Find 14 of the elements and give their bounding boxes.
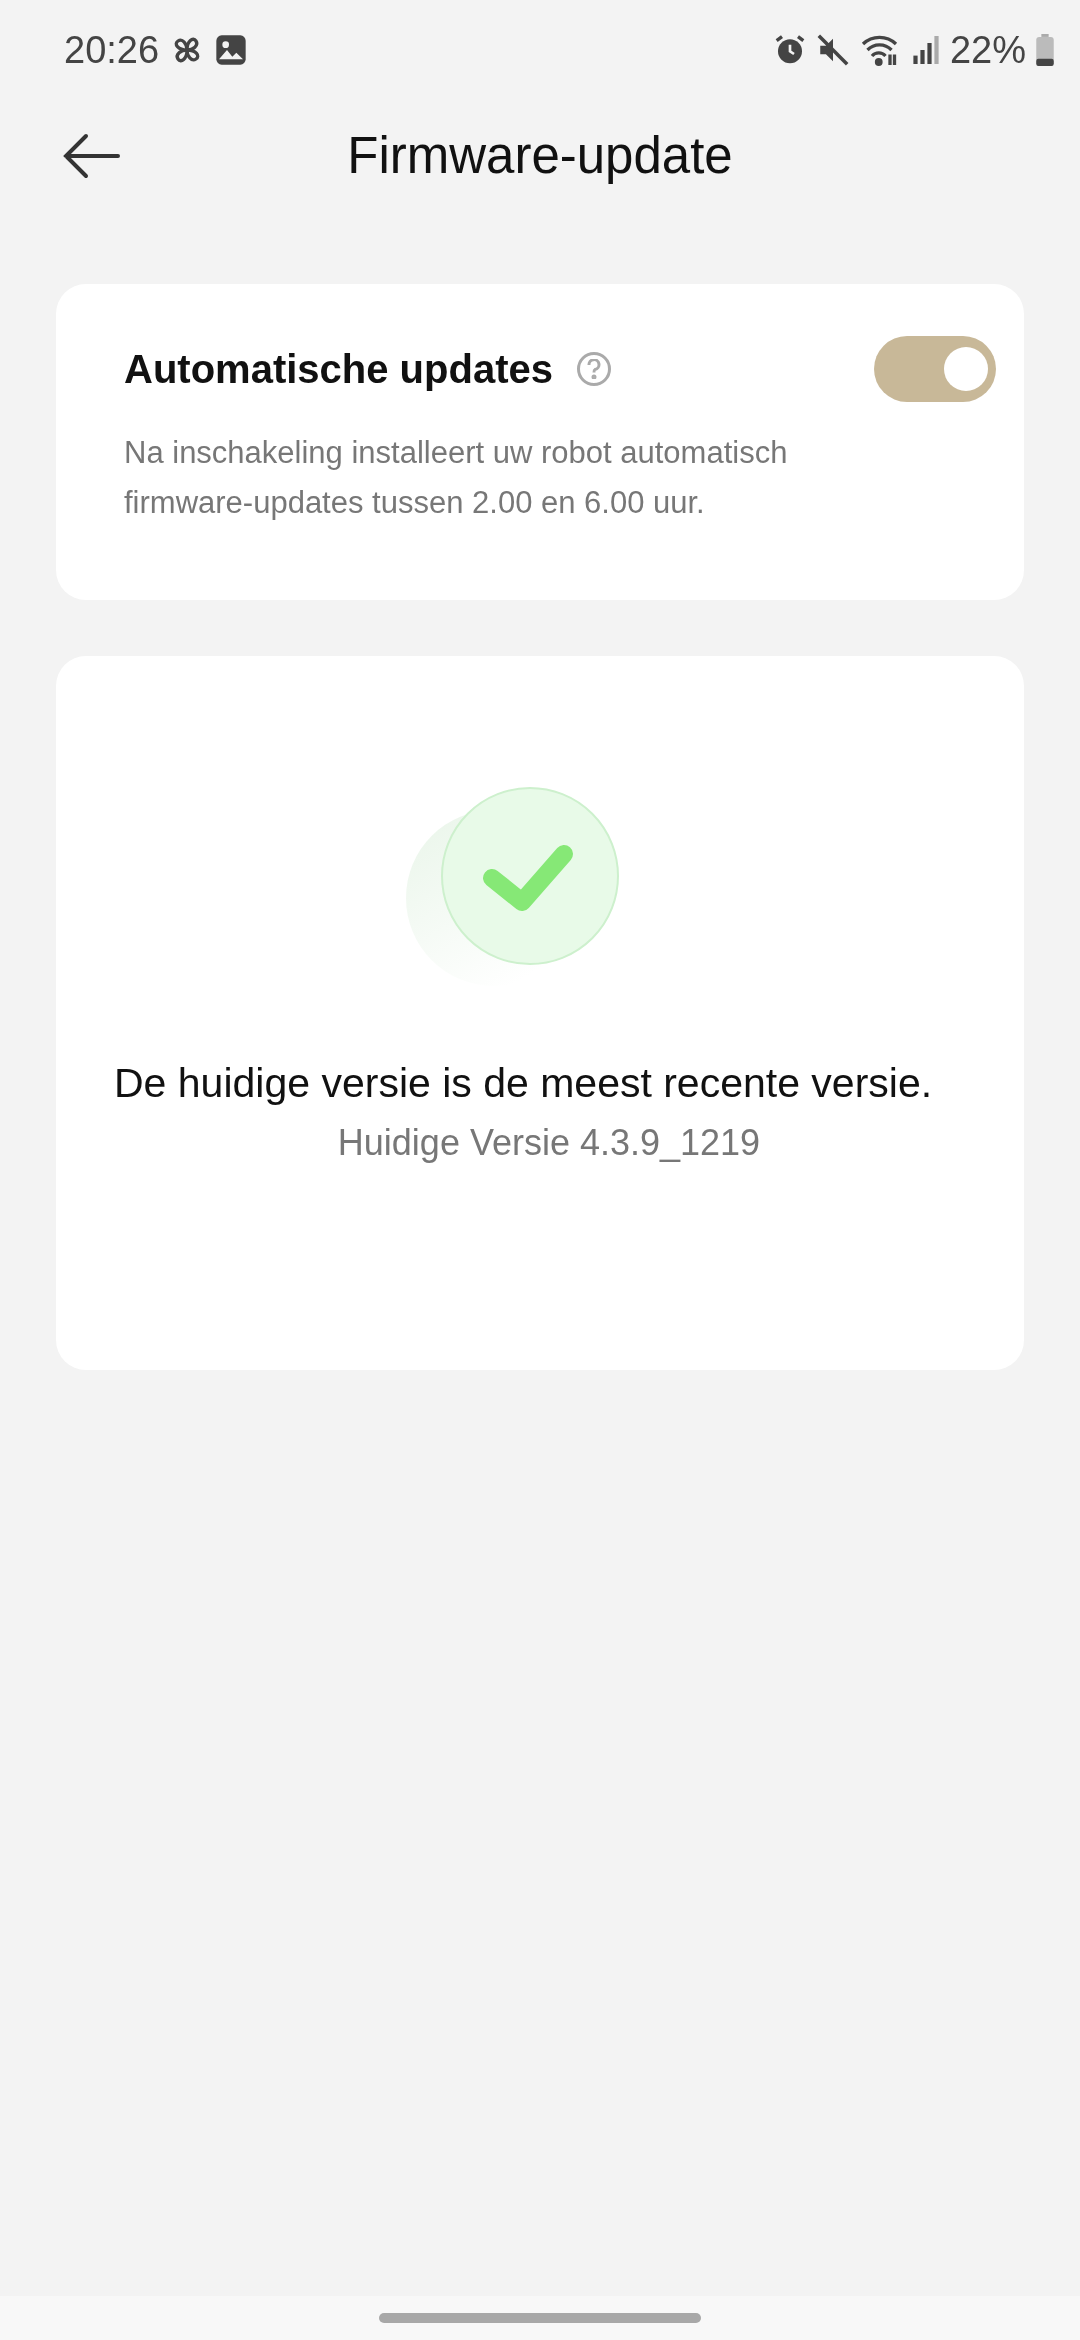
image-icon xyxy=(215,34,248,66)
signal-icon xyxy=(911,34,940,66)
setting-title: Automatische updates xyxy=(124,346,553,392)
page-title: Firmware-update xyxy=(347,125,733,185)
current-version: Huidige Versie 4.3.9_1219 xyxy=(336,1122,762,1164)
battery-percentage: 22% xyxy=(949,28,1026,72)
setting-description: Na inschakeling installeert uw robot automatisch firmware-updates tussen 2.00 en 6.00 uur. xyxy=(124,434,789,522)
mute-icon xyxy=(815,33,850,67)
help-icon[interactable] xyxy=(576,352,611,386)
status-message: De huidige versie is de meest recente versie. xyxy=(114,1059,934,1108)
back-arrow-icon xyxy=(62,132,122,180)
alarm-icon xyxy=(773,34,806,66)
clock-time: 20:26 xyxy=(64,28,160,72)
battery-icon xyxy=(1036,34,1054,66)
